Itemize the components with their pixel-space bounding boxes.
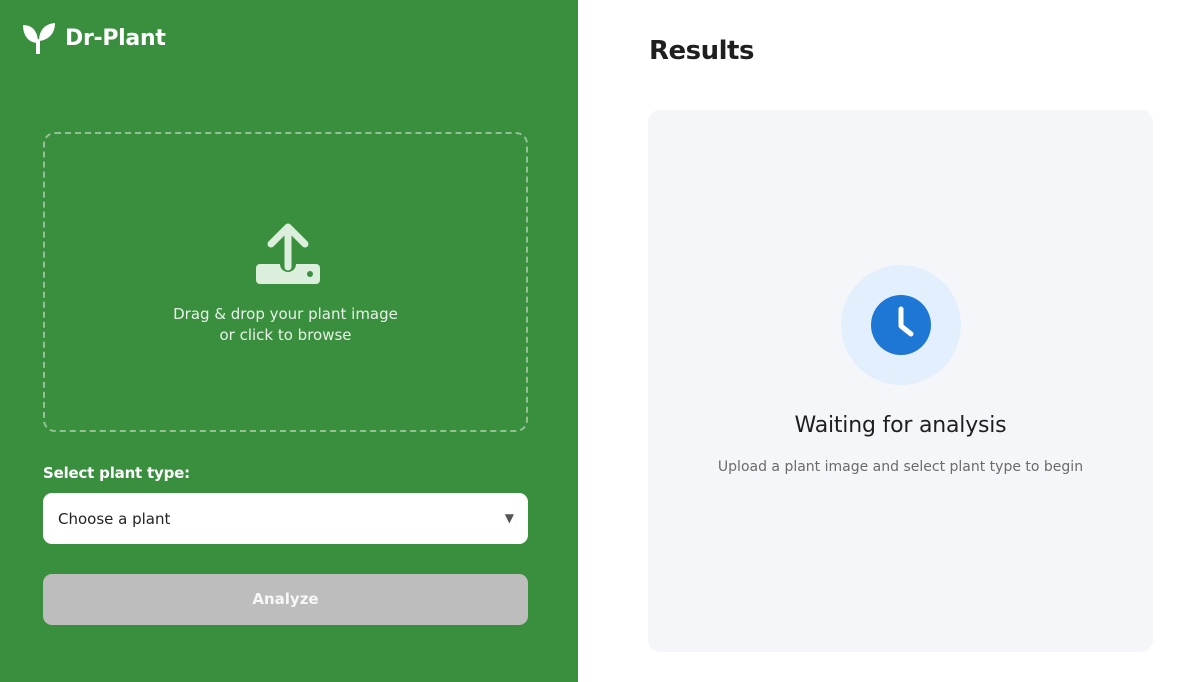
brand-name: Dr-Plant [65, 25, 166, 51]
sprout-icon [23, 23, 55, 54]
results-title: Results [649, 36, 754, 66]
plant-type-value: Choose a plant [58, 510, 171, 528]
image-dropzone[interactable]: Drag & drop your plant image or click to… [43, 132, 528, 432]
plant-type-label: Select plant type: [43, 464, 190, 482]
waiting-subtitle: Upload a plant image and select plant ty… [717, 459, 1084, 475]
dropzone-line-1: Drag & drop your plant image [173, 305, 398, 323]
dropzone-instructions: Drag & drop your plant image or click to… [45, 304, 526, 346]
plant-type-select[interactable]: Choose a plant ▼ [43, 493, 528, 544]
upload-panel: Dr-Plant Drag & drop your plant image or… [0, 0, 578, 682]
dropzone-line-2: or click to browse [219, 326, 352, 344]
analyze-button[interactable]: Analyze [43, 574, 528, 625]
status-icon-wrapper [841, 265, 961, 385]
results-panel: Results Waiting for analysis Upload a pl… [578, 0, 1186, 682]
waiting-title: Waiting for analysis [794, 413, 1007, 438]
upload-icon [256, 220, 320, 284]
results-card: Waiting for analysis Upload a plant imag… [648, 110, 1153, 652]
clock-icon [871, 295, 931, 355]
chevron-down-icon: ▼ [504, 511, 514, 525]
brand: Dr-Plant [22, 22, 166, 54]
